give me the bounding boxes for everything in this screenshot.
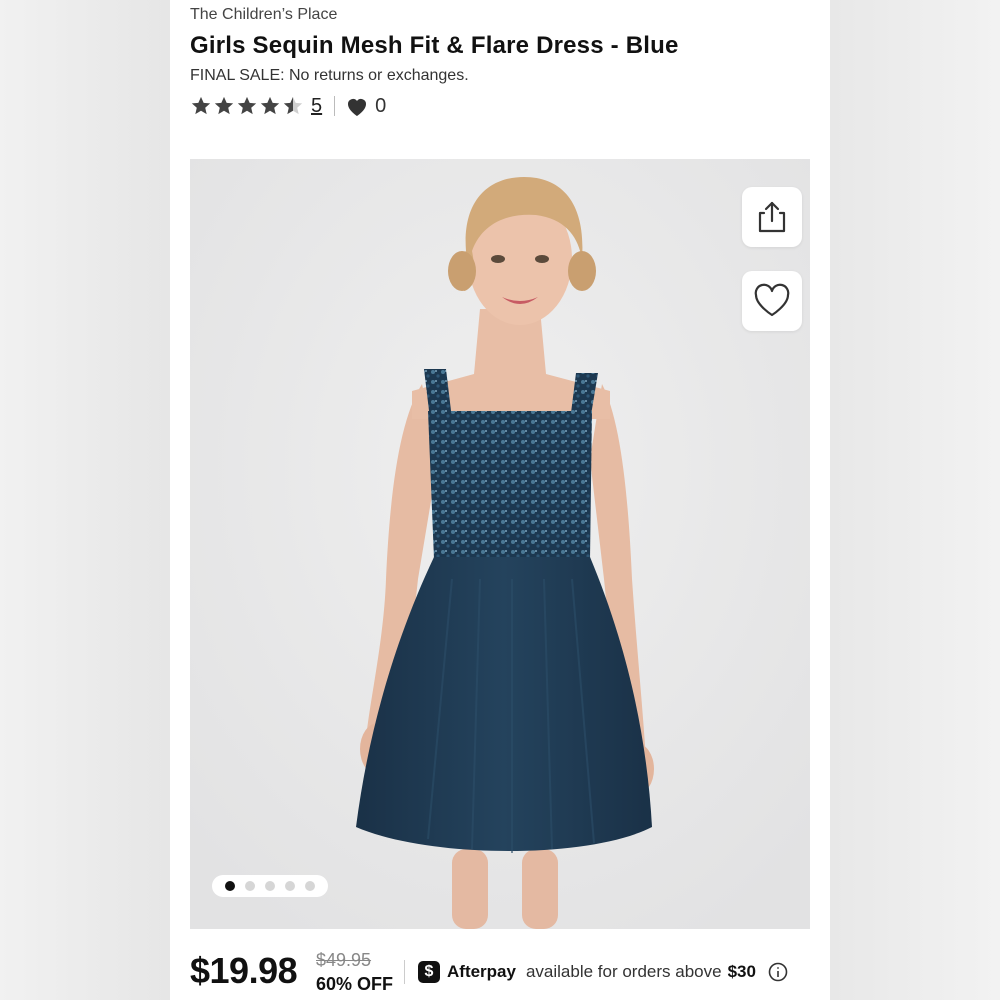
carousel-dot[interactable]: [265, 881, 275, 891]
review-count-link[interactable]: 5: [311, 95, 322, 118]
carousel-dot[interactable]: [285, 881, 295, 891]
heart-filled-icon[interactable]: [345, 95, 369, 117]
final-sale-notice: FINAL SALE: No returns or exchanges.: [190, 67, 469, 84]
favorites-count: 0: [375, 94, 387, 117]
product-photo: [190, 159, 810, 929]
info-icon[interactable]: [768, 962, 788, 982]
star-icon: [214, 96, 234, 115]
star-icon: [237, 96, 257, 115]
carousel-dot[interactable]: [225, 881, 235, 891]
heart-outline-icon: [754, 283, 790, 317]
afterpay-info: $ Afterpay available for orders above $3…: [418, 960, 788, 984]
afterpay-text: available for orders above: [525, 962, 722, 981]
star-icon: [191, 96, 211, 115]
brand-name[interactable]: The Children’s Place: [190, 6, 337, 24]
divider: [334, 96, 336, 116]
right-background-margin: [830, 0, 1000, 1000]
sale-price: $19.98: [190, 950, 298, 991]
product-panel: The Children’s Place Girls Sequin Mesh F…: [170, 0, 830, 1000]
share-icon: [758, 201, 786, 233]
share-button[interactable]: [742, 187, 802, 247]
carousel-dot[interactable]: [245, 881, 255, 891]
afterpay-dollar-icon: $: [418, 961, 440, 983]
add-to-wishlist-button[interactable]: [742, 271, 802, 331]
star-rating[interactable]: [190, 95, 305, 117]
star-half-icon: [283, 96, 303, 115]
afterpay-threshold: $30: [727, 962, 756, 981]
star-icon: [260, 96, 280, 115]
product-title: Girls Sequin Mesh Fit & Flare Dress - Bl…: [190, 32, 679, 59]
price-row: $19.98 $49.95 60% OFF $ Afterpay availab…: [190, 940, 830, 1000]
afterpay-label: Afterpay: [447, 962, 516, 981]
product-image-carousel[interactable]: [190, 159, 810, 929]
carousel-pagination: [212, 875, 328, 897]
left-background-margin: [0, 0, 170, 1000]
rating-row: 5 0: [190, 92, 386, 120]
divider: [404, 960, 405, 984]
discount-badge: 60% OFF: [316, 974, 394, 994]
carousel-dot[interactable]: [305, 881, 315, 891]
original-price: $49.95: [316, 950, 372, 970]
